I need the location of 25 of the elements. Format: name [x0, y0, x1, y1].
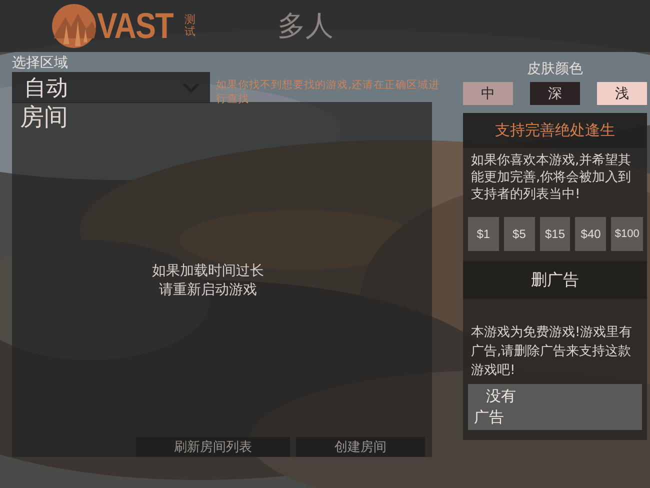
loading-message: 如果加载时间过长: [152, 262, 264, 281]
skin-color-button[interactable]: 浅: [597, 82, 647, 105]
no-ads-button[interactable]: 没有 广告: [468, 384, 642, 430]
logo-text: VAST: [97, 5, 173, 47]
region-dropdown[interactable]: 自动: [12, 72, 210, 103]
skin-color-button[interactable]: 深: [530, 82, 580, 105]
page-title: 多人: [277, 8, 334, 44]
donation-button[interactable]: $1: [468, 217, 499, 251]
remove-ads-title: 删广告: [463, 261, 647, 299]
region-hint: 如果你找不到想要找的游戏,还请在正确区域进行查找: [216, 78, 440, 106]
donation-button[interactable]: $40: [575, 217, 606, 251]
support-text: 如果你喜欢本游戏,并希望其能更加完善,你将会被加入到支持者的列表当中!: [470, 152, 632, 203]
support-title: 支持完善绝处逢生: [463, 113, 647, 148]
loading-message: 请重新启动游戏: [159, 281, 257, 300]
donation-button[interactable]: $100: [611, 217, 643, 251]
skin-color-label: 皮肤颜色: [526, 60, 584, 79]
logo-tag: 测试: [184, 14, 196, 38]
room-action-button[interactable]: 创建房间: [296, 437, 425, 457]
rooms-title: 房间: [20, 102, 69, 132]
ads-text: 本游戏为免费游戏!游戏里有广告,请删除广告来支持这款游戏吧!: [470, 324, 634, 380]
room-action-button[interactable]: 刷新房间列表: [136, 437, 290, 457]
donation-button[interactable]: $15: [540, 217, 570, 251]
donation-button[interactable]: $5: [504, 217, 535, 251]
skin-color-button[interactable]: 中: [463, 82, 513, 105]
region-label: 选择区域: [12, 54, 69, 72]
